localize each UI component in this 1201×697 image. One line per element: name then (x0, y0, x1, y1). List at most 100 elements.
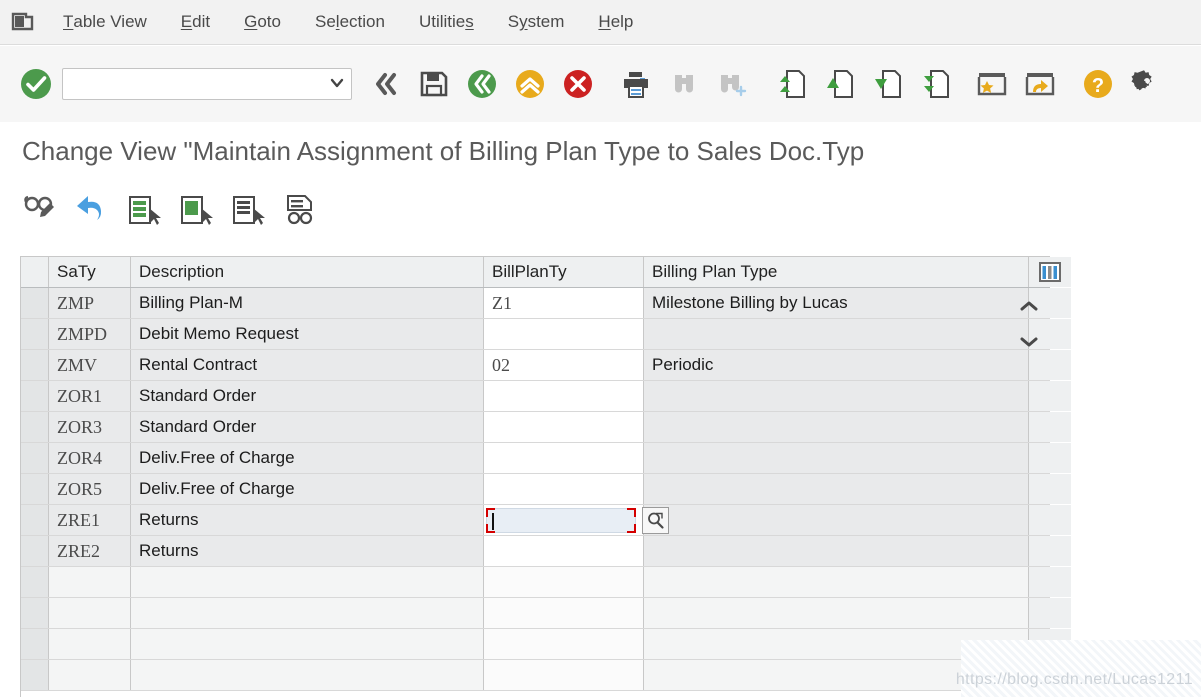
menu-goto[interactable]: Goto (227, 0, 298, 45)
cell-description[interactable]: Standard Order (131, 381, 484, 411)
cell-saty[interactable]: ZOR5 (49, 474, 131, 504)
cell-billplanty[interactable] (484, 567, 644, 597)
create-shortcut-button[interactable] (968, 55, 1016, 113)
cell-saty[interactable]: ZRE2 (49, 536, 131, 566)
cell-billing-plan-type[interactable] (644, 598, 1029, 628)
table-row[interactable]: ZRE2 Returns (21, 536, 1071, 567)
table-row[interactable]: ZMP Billing Plan-M Z1 Milestone Billing by … (21, 288, 1071, 319)
cell-billplanty[interactable] (484, 660, 644, 690)
row-select-cell[interactable] (21, 412, 49, 442)
row-select-cell[interactable] (21, 505, 49, 535)
row-select-cell[interactable] (21, 629, 49, 659)
cell-description[interactable]: Deliv.Free of Charge (131, 474, 484, 504)
previous-page-button[interactable] (814, 55, 862, 113)
row-select-cell[interactable] (21, 567, 49, 597)
display-change-button[interactable] (14, 186, 66, 234)
cell-saty[interactable]: ZMP (49, 288, 131, 318)
cell-saty[interactable]: ZOR3 (49, 412, 131, 442)
command-field[interactable] (62, 68, 352, 100)
table-row[interactable]: ZOR1 Standard Order (21, 381, 1071, 412)
print-button[interactable] (612, 55, 660, 113)
cell-description[interactable]: Deliv.Free of Charge (131, 443, 484, 473)
table-row[interactable]: ZMV Rental Contract 02 Periodic (21, 350, 1071, 381)
cell-description[interactable]: Returns (131, 505, 484, 535)
cell-billing-plan-type[interactable] (644, 412, 1029, 442)
cell-saty[interactable] (49, 598, 131, 628)
table-row[interactable]: ZOR5 Deliv.Free of Charge (21, 474, 1071, 505)
header-description[interactable]: Description (131, 257, 484, 287)
help-button[interactable]: ? (1074, 55, 1122, 113)
row-select-cell[interactable] (21, 288, 49, 318)
cell-saty[interactable]: ZOR1 (49, 381, 131, 411)
cancel-button[interactable] (554, 55, 602, 113)
cell-saty[interactable] (49, 629, 131, 659)
undo-button[interactable] (66, 186, 118, 234)
search-help-button[interactable] (642, 507, 669, 534)
delete-button[interactable] (222, 186, 274, 234)
cell-description[interactable]: Standard Order (131, 412, 484, 442)
cell-billplanty[interactable] (484, 443, 644, 473)
cell-billing-plan-type[interactable]: Periodic (644, 350, 1029, 380)
find-next-button[interactable] (708, 55, 756, 113)
row-select-cell[interactable] (21, 319, 49, 349)
row-select-cell[interactable] (21, 660, 49, 690)
table-settings-button[interactable] (1029, 257, 1071, 287)
back-button[interactable] (362, 55, 410, 113)
cell-saty[interactable]: ZMPD (49, 319, 131, 349)
save-button[interactable] (410, 55, 458, 113)
cell-billing-plan-type[interactable] (644, 474, 1029, 504)
menu-table-view[interactable]: Table View (46, 0, 164, 45)
find-button[interactable] (660, 55, 708, 113)
cell-billplanty[interactable] (484, 598, 644, 628)
cell-billing-plan-type[interactable] (644, 319, 1029, 349)
cell-billing-plan-type[interactable] (644, 505, 1029, 535)
menu-selection[interactable]: Se l ection (298, 0, 402, 45)
row-select-cell[interactable] (21, 474, 49, 504)
cell-description[interactable]: Rental Contract (131, 350, 484, 380)
menu-help[interactable]: Help (581, 0, 650, 45)
cell-billing-plan-type[interactable] (644, 567, 1029, 597)
cell-description[interactable] (131, 660, 484, 690)
cell-billplanty[interactable] (484, 505, 669, 535)
header-billplanty[interactable]: BillPlanTy (484, 257, 644, 287)
command-input[interactable] (63, 69, 351, 99)
copy-as-button[interactable] (170, 186, 222, 234)
row-select-cell[interactable] (21, 443, 49, 473)
cell-billing-plan-type[interactable] (644, 443, 1029, 473)
scroll-down-button[interactable] (1008, 324, 1050, 360)
up-button[interactable] (506, 55, 554, 113)
cell-saty[interactable] (49, 660, 131, 690)
cell-description[interactable]: Billing Plan-M (131, 288, 484, 318)
cell-description[interactable] (131, 629, 484, 659)
next-page-button[interactable] (862, 55, 910, 113)
table-row-empty[interactable] (21, 660, 1071, 691)
cell-description[interactable]: Debit Memo Request (131, 319, 484, 349)
row-select-cell[interactable] (21, 536, 49, 566)
cell-billplanty[interactable] (484, 319, 644, 349)
table-row-empty[interactable] (21, 629, 1071, 660)
table-row[interactable]: ZOR3 Standard Order (21, 412, 1071, 443)
cell-billing-plan-type[interactable]: Milestone Billing by Lucas (644, 288, 1029, 318)
cell-description[interactable] (131, 598, 484, 628)
cell-billplanty[interactable] (484, 629, 644, 659)
focused-input-cell[interactable] (486, 508, 636, 533)
cell-saty[interactable]: ZRE1 (49, 505, 131, 535)
cell-billplanty[interactable]: 02 (484, 350, 644, 380)
header-billing-plan-type[interactable]: Billing Plan Type (644, 257, 1029, 287)
row-select-cell[interactable] (21, 350, 49, 380)
cell-saty[interactable]: ZMV (49, 350, 131, 380)
cell-saty[interactable]: ZOR4 (49, 443, 131, 473)
table-row[interactable]: ZMPD Debit Memo Request (21, 319, 1071, 350)
scroll-up-button[interactable] (1008, 288, 1050, 324)
cell-billplanty[interactable] (484, 381, 644, 411)
table-row[interactable]: ZOR4 Deliv.Free of Charge (21, 443, 1071, 474)
details-button[interactable] (274, 186, 326, 234)
cell-billing-plan-type[interactable] (644, 381, 1029, 411)
cell-billing-plan-type[interactable] (644, 660, 1029, 690)
cell-billplanty[interactable] (484, 412, 644, 442)
menu-utilities[interactable]: Utilitie s (402, 0, 491, 45)
cell-billplanty[interactable] (484, 536, 644, 566)
cell-billing-plan-type[interactable] (644, 629, 1029, 659)
cell-description[interactable] (131, 567, 484, 597)
row-select-cell[interactable] (21, 598, 49, 628)
